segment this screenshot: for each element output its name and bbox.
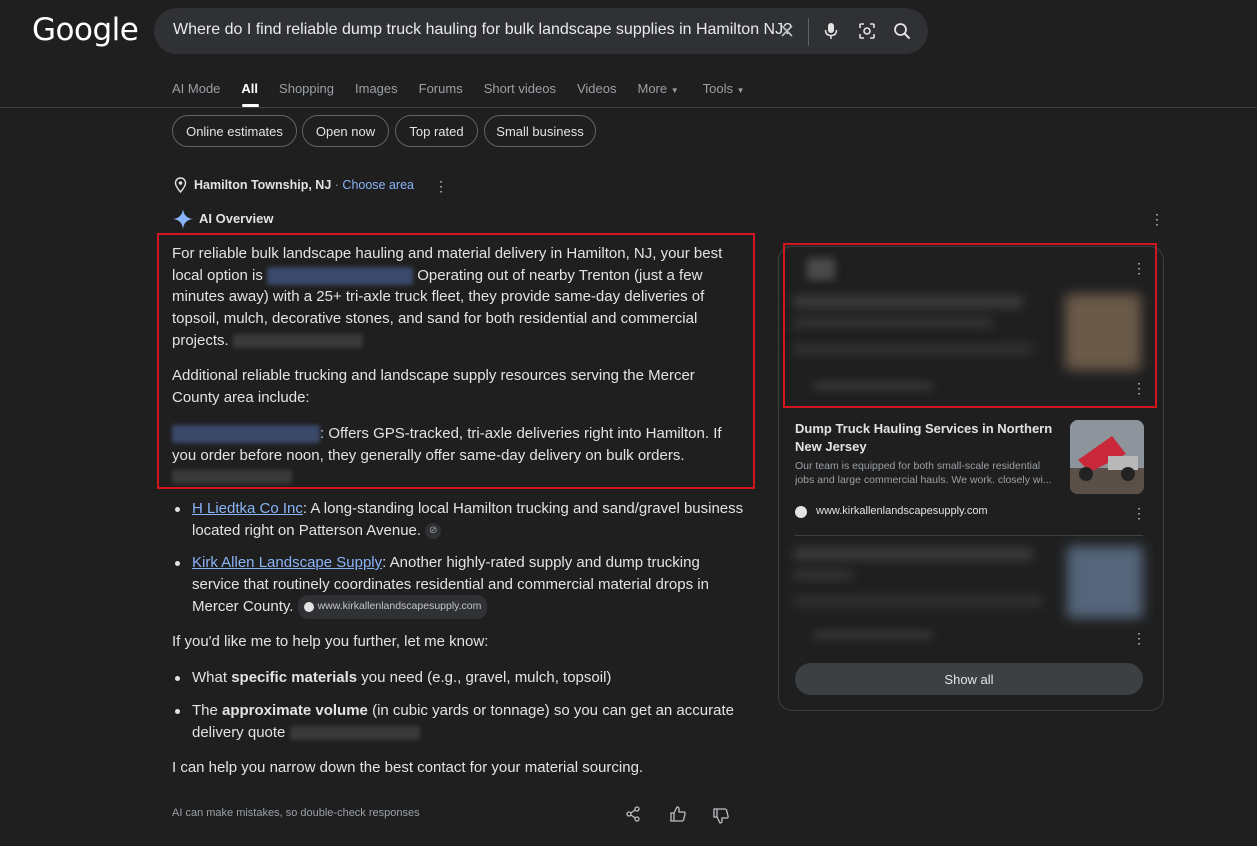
blurred-thumbnail-3 [1067,546,1143,618]
ai-paragraph-4: I can help you narrow down the best cont… [172,759,644,776]
ai-question-1: What specific materials you need (e.g., … [192,667,742,689]
location-separator: · [334,178,339,192]
chip-small-business[interactable]: Small business [484,115,596,147]
location-name: Hamilton Township, NJ [194,178,332,192]
source-chip-label: www.kirkallenlandscapesupply.com [317,600,482,613]
thumbs-up-icon[interactable] [669,805,687,828]
chip-top-rated[interactable]: Top rated [395,115,478,147]
show-all-button[interactable]: Show all [795,663,1143,695]
ai-bullet-3: Kirk Allen Landscape Supply: Another hig… [192,552,732,620]
ai-sparkle-icon [173,209,193,234]
blurred-desc-3 [793,596,1043,606]
source-card-3[interactable] [793,540,1143,640]
tab-more[interactable]: More ▼ [637,81,678,96]
bullet-dot [175,561,180,566]
q1-pre: What [192,669,232,686]
share-icon[interactable] [625,806,641,827]
source-chip[interactable]: www.kirkallenlandscapesupply.com [297,595,488,620]
card-divider [795,535,1143,536]
tab-videos[interactable]: Videos [577,81,617,96]
card-3-more-icon[interactable]: ⋮ [1132,630,1146,647]
tab-tools-label: Tools [702,81,734,96]
choose-area-link[interactable]: Choose area [342,178,414,192]
tab-more-label: More [637,81,668,96]
thumbs-down-icon[interactable] [712,807,730,830]
header-divider [0,107,1257,108]
link-chip-icon[interactable]: ⊘ [425,522,442,539]
lens-icon[interactable] [855,19,879,43]
tab-ai-mode[interactable]: AI Mode [172,81,220,96]
ai-disclaimer: AI can make mistakes, so double-check re… [172,807,420,819]
bullet-dot [175,507,180,512]
caret-down-icon: ▼ [736,86,745,95]
search-input[interactable]: Where do I find reliable dump truck haul… [173,21,792,39]
site-favicon-icon [303,602,314,613]
search-tabs: AI Mode All Shopping Images Forums Short… [172,81,766,96]
dump-truck-thumbnail[interactable] [1070,420,1144,494]
search-icon[interactable] [890,19,914,43]
card-2-site[interactable]: www.kirkallenlandscapesupply.com [816,505,988,517]
tab-tools[interactable]: Tools ▼ [703,81,745,96]
q1-bold: specific materials [231,669,358,686]
highlight-box-overview [157,233,755,489]
q2-bold: approximate volume [222,702,368,719]
redacted-source-3 [289,725,420,740]
card-2-title[interactable]: Dump Truck Hauling Services in Northern … [795,420,1055,456]
ai-overview-label: AI Overview [199,211,274,226]
ai-bullet-2: H Liedtka Co Inc: A long-standing local … [192,498,747,541]
google-logo[interactable]: Google [32,12,139,48]
blurred-title-3b [793,570,853,580]
ai-paragraph-3: If you'd like me to help you further, le… [172,633,489,650]
tab-short-videos[interactable]: Short videos [484,81,556,96]
location-bar: Hamilton Township, NJ · Choose area [194,178,414,192]
ai-question-2: The approximate volume (in cubic yards o… [192,700,737,743]
chip-online-estimates[interactable]: Online estimates [172,115,297,147]
link-h-liedtka[interactable]: H Liedtka Co Inc [192,500,303,517]
location-pin-icon [174,177,187,198]
location-more-icon[interactable]: ⋮ [434,178,448,195]
bullet-dot [175,676,180,681]
bullet-dot [175,709,180,714]
link-kirk-allen[interactable]: Kirk Allen Landscape Supply [192,554,382,571]
ai-overview-more-icon[interactable]: ⋮ [1150,211,1164,228]
q1-post: you need (e.g., gravel, mulch, topsoil) [357,669,612,686]
tab-all[interactable]: All [241,81,258,96]
highlight-box-source [783,243,1157,408]
card-2-desc: Our team is equipped for both small-scal… [795,460,1052,486]
blurred-site-3 [813,630,933,640]
caret-down-icon: ▼ [670,86,679,95]
tab-shopping[interactable]: Shopping [279,81,334,96]
q2-pre: The [192,702,223,719]
tab-images[interactable]: Images [355,81,398,96]
card-2-more-icon[interactable]: ⋮ [1132,505,1146,522]
site-favicon-icon [795,506,807,518]
search-divider [808,18,809,46]
tab-forums[interactable]: Forums [419,81,463,96]
close-icon[interactable] [775,19,799,43]
chip-open-now[interactable]: Open now [302,115,389,147]
mic-icon[interactable] [819,19,843,43]
blurred-title-3 [793,548,1033,560]
